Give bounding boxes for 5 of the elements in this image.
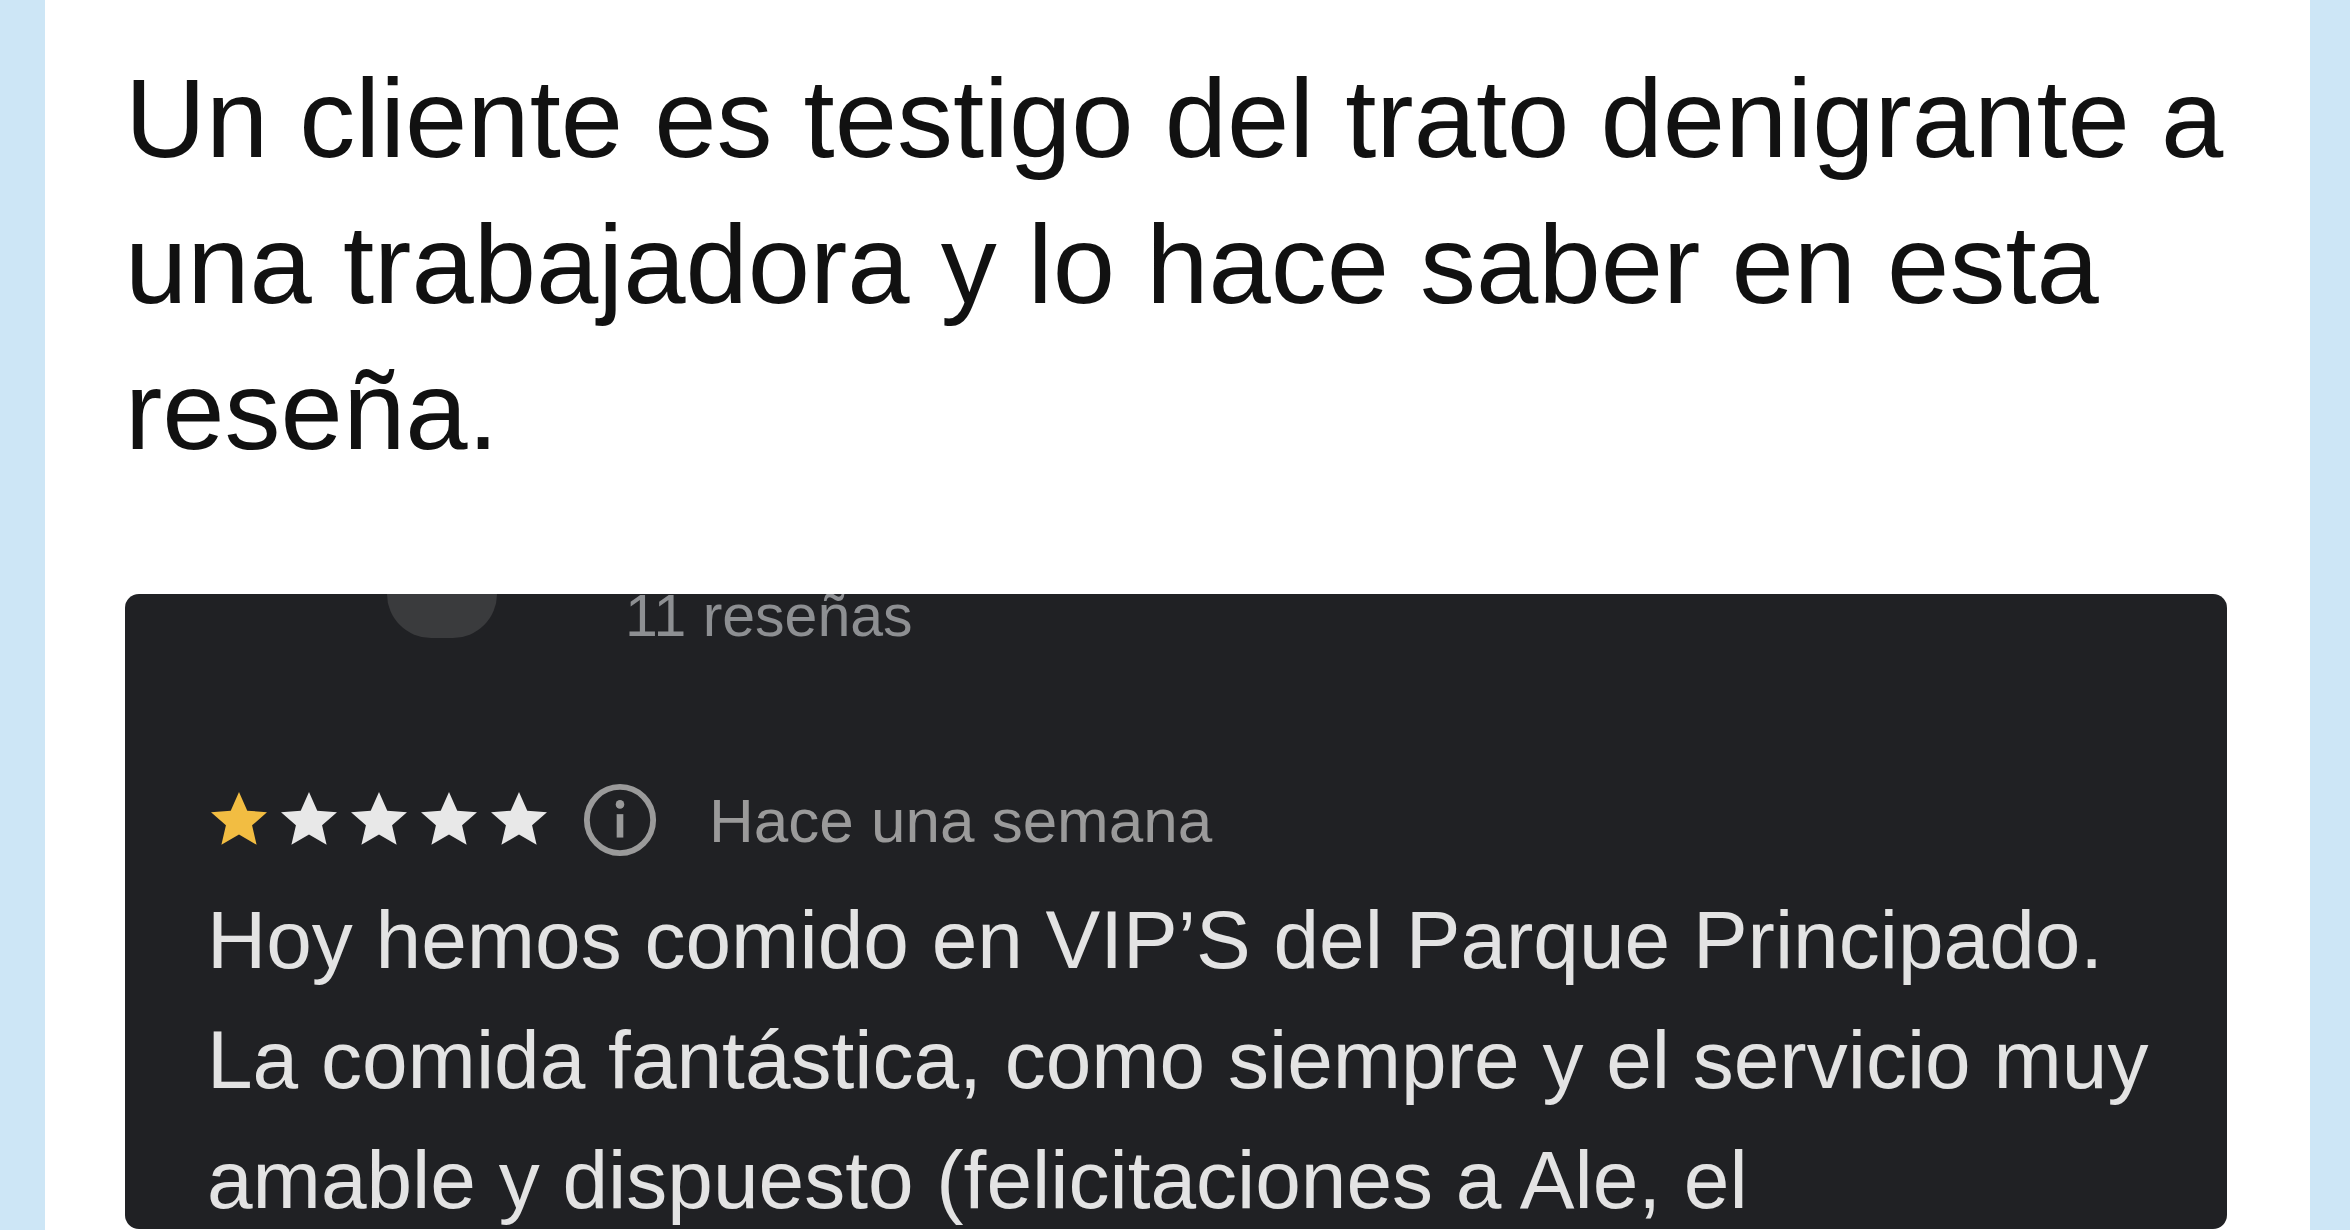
review-time: Hace una semana bbox=[709, 784, 1213, 856]
review-count: 11 reseñas bbox=[625, 594, 913, 650]
post-text: Un cliente es testigo del trato denigrante a una trabajadora y lo hace saber en esta reseña. bbox=[125, 55, 2225, 475]
info-icon bbox=[581, 781, 659, 859]
review-text: Hoy hemos comido en VIP’S del Parque Principado. La comida fantástica, como siempre y el servicio muy amable y dispuesto (felicitaciones a Ale, el bbox=[207, 893, 2150, 1227]
